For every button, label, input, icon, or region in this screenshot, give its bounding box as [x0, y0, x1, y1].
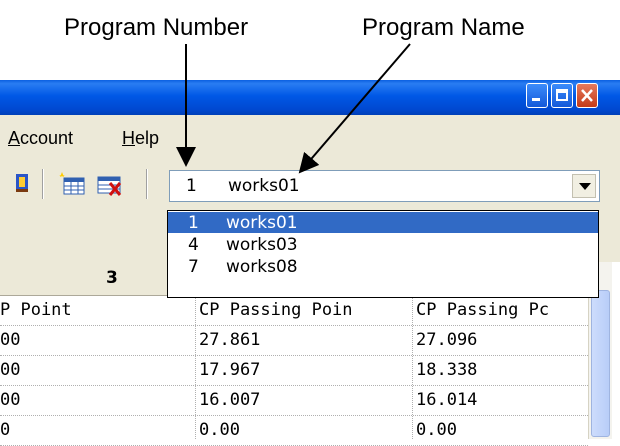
- annotation-program-name: Program Name: [362, 14, 525, 41]
- option-number: 7: [188, 257, 199, 277]
- option-number: 4: [188, 235, 199, 255]
- menu-account-mnemonic: A: [8, 128, 21, 148]
- table-cell: 18.338: [416, 360, 478, 380]
- column-header: CP Passing Poin: [199, 300, 353, 320]
- program-icon[interactable]: [14, 173, 30, 195]
- minimize-icon: [532, 98, 540, 101]
- table-delete-icon[interactable]: [96, 173, 124, 197]
- table-cell: 0: [0, 420, 11, 440]
- table-row[interactable]: 0 0.00 0.00: [0, 416, 588, 446]
- close-button[interactable]: [576, 83, 598, 108]
- annotation-program-number: Program Number: [64, 14, 249, 41]
- program-select-name: works01: [228, 176, 300, 196]
- table-cell: 00: [0, 390, 21, 410]
- table-cell: 0.00: [199, 420, 240, 440]
- option-name: works03: [226, 235, 298, 255]
- option-name: works08: [226, 257, 298, 277]
- option-name: works01: [226, 213, 298, 233]
- close-icon: [581, 89, 593, 102]
- dropdown-option[interactable]: 7 works08: [168, 256, 598, 277]
- table-cell: 27.861: [199, 330, 261, 350]
- table-cell: 16.007: [199, 390, 261, 410]
- program-select-number: 1: [186, 176, 197, 196]
- program-select[interactable]: 1 works01: [169, 170, 600, 202]
- menu-help[interactable]: Help: [122, 128, 159, 149]
- table-cell: 17.967: [199, 360, 261, 380]
- dropdown-option[interactable]: 1 works01: [168, 212, 598, 233]
- table-row[interactable]: P Point CP Passing Poin CP Passing Pc: [0, 296, 588, 326]
- menu-account[interactable]: Account: [8, 128, 73, 149]
- column-header: CP Passing Pc: [416, 300, 550, 320]
- grid-header-cell: 3: [106, 268, 118, 288]
- table-cell: 27.096: [416, 330, 478, 350]
- minimize-button[interactable]: [526, 83, 548, 108]
- menu-account-label: ccount: [20, 128, 74, 148]
- table-row[interactable]: 00 27.861 27.096: [0, 326, 588, 356]
- menu-help-label: elp: [135, 128, 160, 148]
- column-divider: [412, 296, 414, 439]
- toolbar-separator: [42, 169, 44, 199]
- program-dropdown-list: 1 works01 4 works03 7 works08: [167, 210, 599, 298]
- table-cell: 00: [0, 360, 21, 380]
- column-divider: [195, 296, 197, 439]
- column-header: P Point: [0, 300, 72, 320]
- table-cell: 00: [0, 330, 21, 350]
- dropdown-option[interactable]: 4 works03: [168, 234, 598, 255]
- menu-help-mnemonic: H: [122, 128, 135, 148]
- option-number: 1: [188, 213, 199, 233]
- scrollbar-thumb[interactable]: [591, 290, 610, 437]
- toolbar-separator: [146, 169, 148, 199]
- menu-bar: Account Help: [0, 115, 620, 159]
- table-new-icon[interactable]: [58, 171, 86, 197]
- maximize-button[interactable]: [551, 83, 573, 108]
- dropdown-button[interactable]: [572, 174, 596, 198]
- table-cell: 0.00: [416, 420, 457, 440]
- table-row[interactable]: 00 17.967 18.338: [0, 356, 588, 386]
- maximize-icon: [556, 89, 568, 101]
- chevron-down-icon: [579, 183, 591, 190]
- window-titlebar[interactable]: [0, 80, 620, 115]
- table-cell: 16.014: [416, 390, 478, 410]
- data-grid: P Point CP Passing Poin CP Passing Pc 00…: [0, 296, 588, 446]
- table-row[interactable]: 00 16.007 16.014: [0, 386, 588, 416]
